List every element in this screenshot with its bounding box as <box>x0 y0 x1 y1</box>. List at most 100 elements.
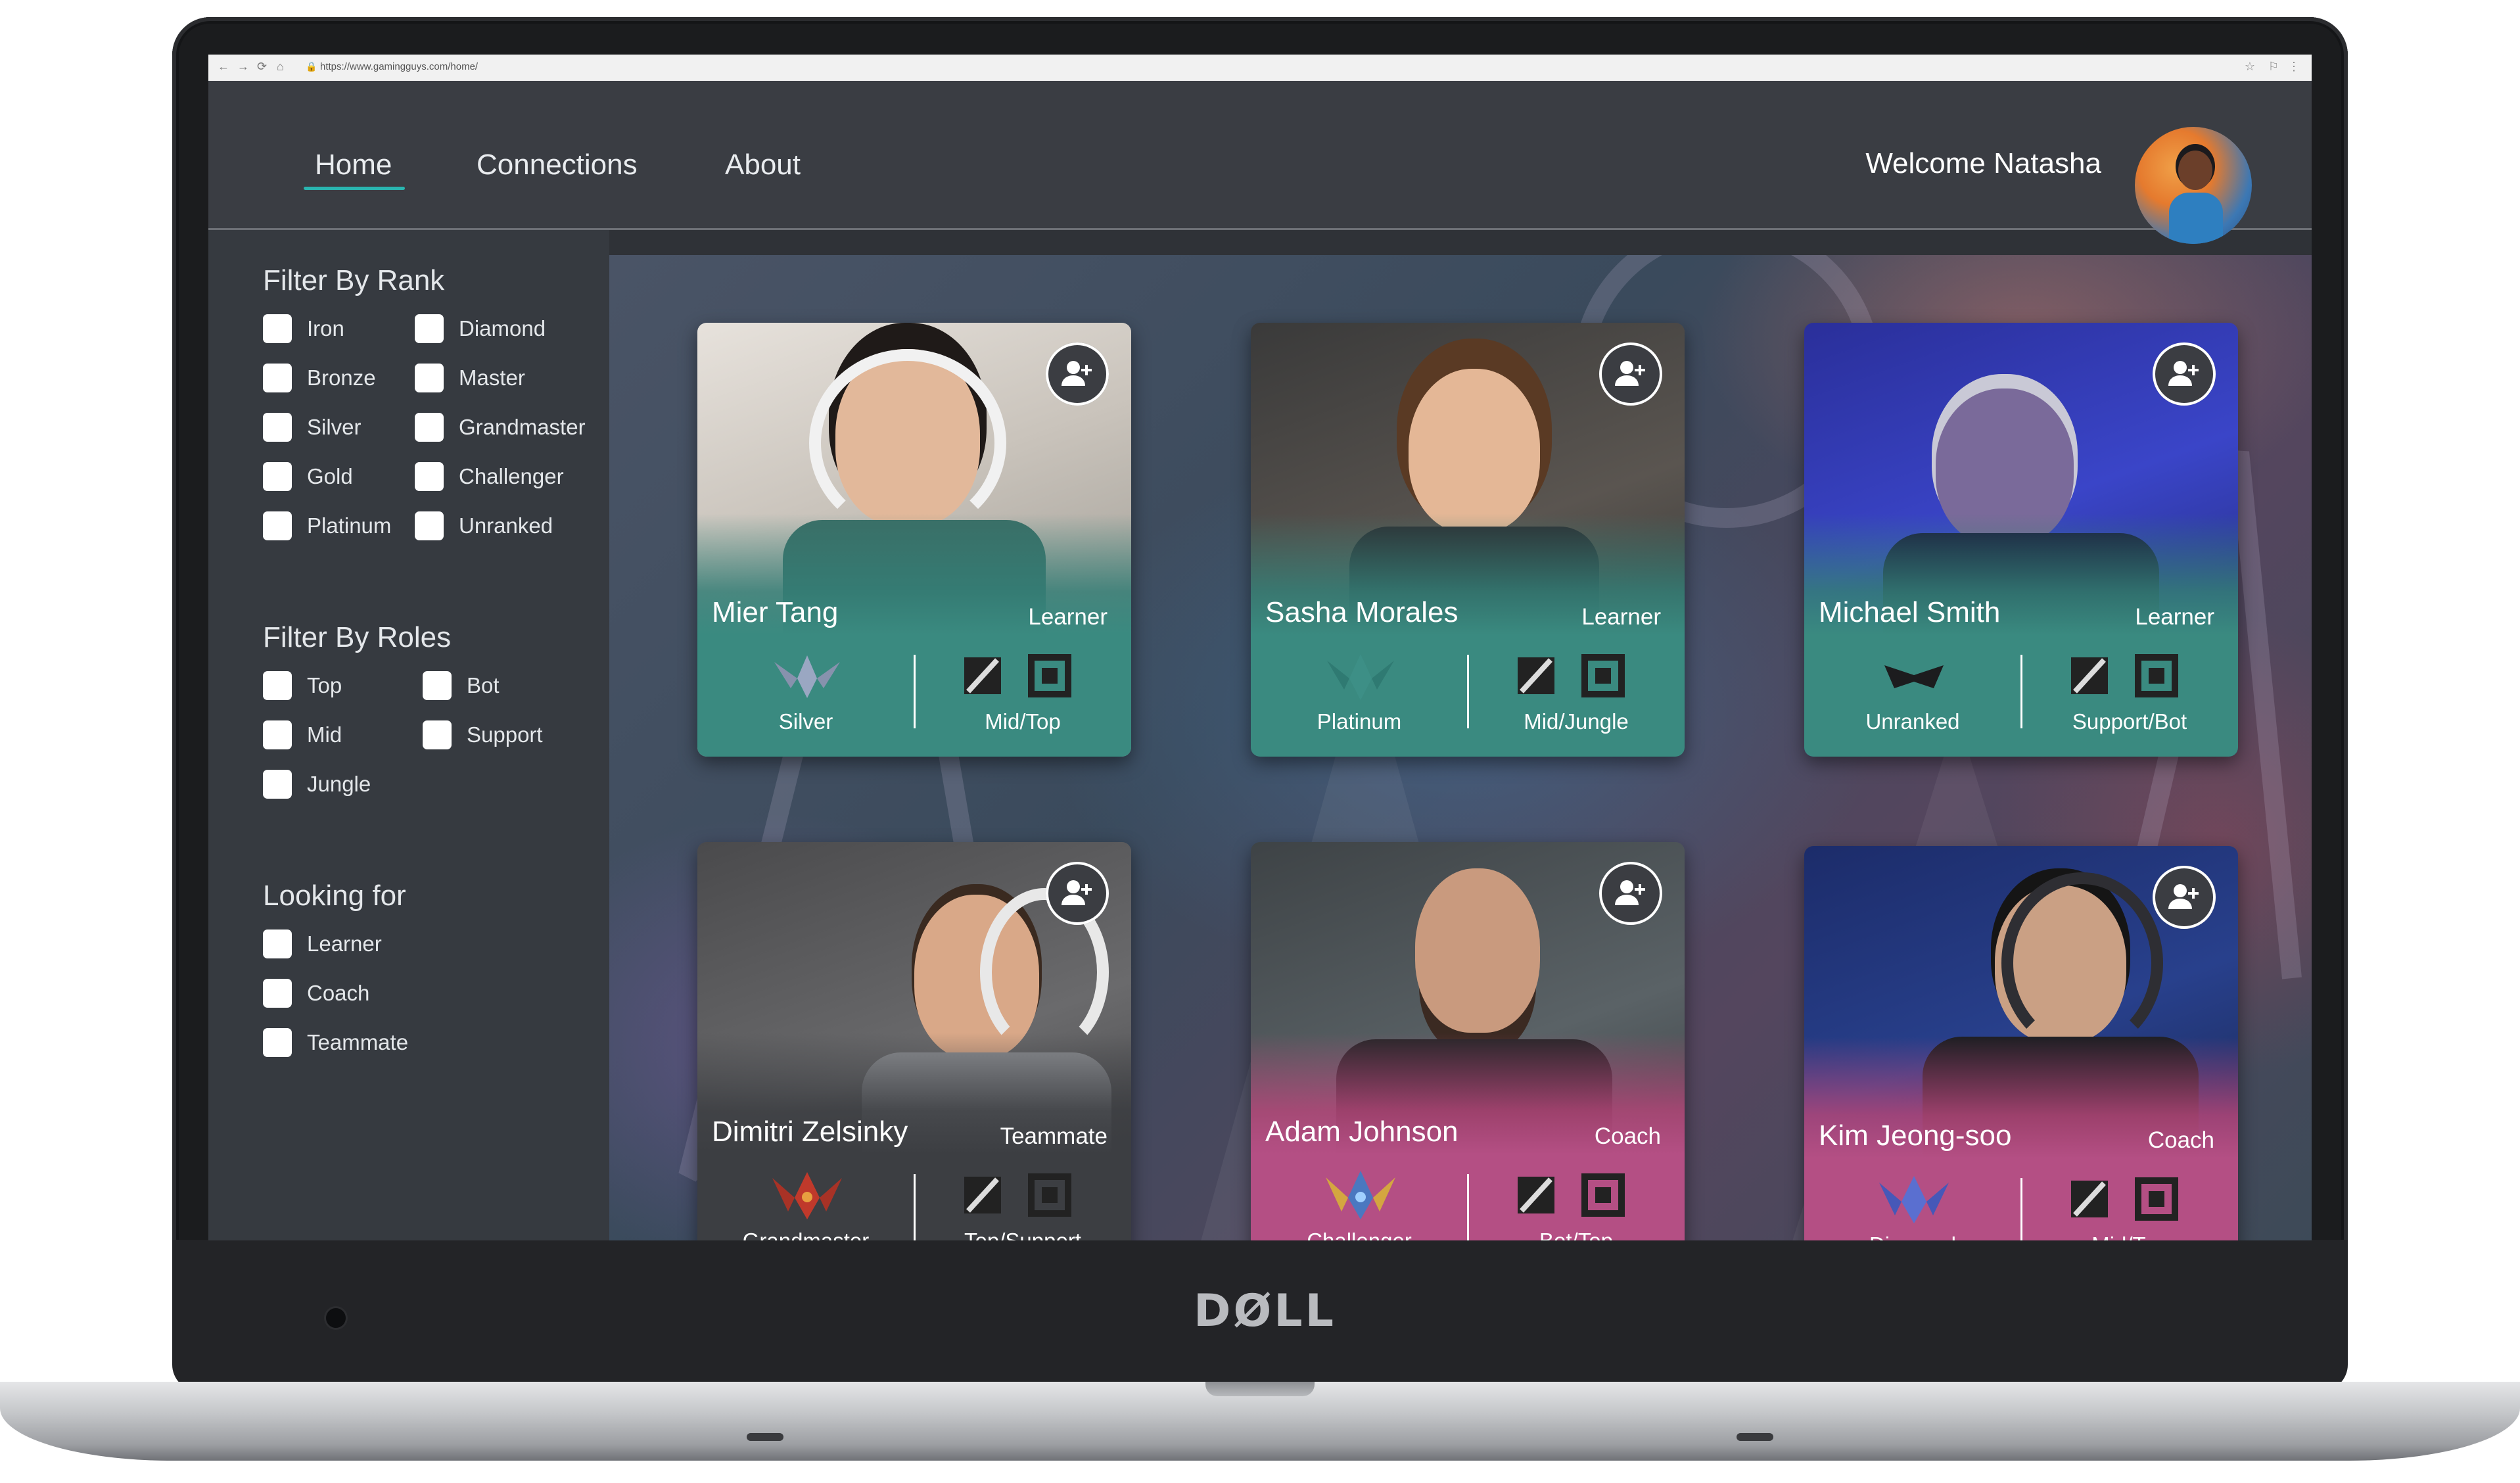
filter-rank-unranked[interactable]: Unranked <box>415 511 553 540</box>
laptop-screen: ← → ⟳ ⌂ 🔒 https://www.gamingguys.com/hom… <box>208 55 2312 1240</box>
role-icons <box>1518 654 1625 697</box>
card-divider <box>2020 1178 2022 1240</box>
avatar-person-silhouette <box>2169 151 2223 244</box>
checkbox-label: Grandmaster <box>459 415 586 439</box>
player-card[interactable]: Kim Jeong-soo Coach Diamond Mid/Top <box>1804 846 2238 1240</box>
filter-role-jungle[interactable]: Jungle <box>263 770 371 799</box>
filter-looking-teammate[interactable]: Teammate <box>263 1028 408 1057</box>
player-name: Adam Johnson <box>1265 1116 1458 1148</box>
player-rank: Platinum <box>1317 709 1402 734</box>
mid-lane-icon <box>2071 1181 2108 1217</box>
laptop-notch <box>1205 1382 1315 1396</box>
star-icon[interactable]: ☆ <box>2245 60 2255 74</box>
home-icon[interactable]: ⌂ <box>277 60 284 74</box>
checkbox[interactable] <box>263 511 292 540</box>
checkbox[interactable] <box>263 1028 292 1057</box>
nav-about-link[interactable]: About <box>725 149 801 181</box>
checkbox[interactable] <box>263 462 292 491</box>
filter-role-support[interactable]: Support <box>423 720 543 749</box>
checkbox[interactable] <box>415 511 444 540</box>
filter-rank-iron[interactable]: Iron <box>263 314 344 343</box>
jungle-icon <box>1581 654 1625 697</box>
add-friend-button[interactable] <box>1046 862 1109 925</box>
filter-rank-gold[interactable]: Gold <box>263 462 353 491</box>
player-looking-for: Learner <box>1581 604 1661 630</box>
checkbox-label: Silver <box>307 415 362 439</box>
checkbox[interactable] <box>415 364 444 392</box>
player-card[interactable]: Michael Smith Learner Unranked Support/B… <box>1804 323 2238 757</box>
checkbox[interactable] <box>263 979 292 1008</box>
role-icons <box>2071 654 2178 697</box>
address-bar[interactable]: https://www.gamingguys.com/home/ <box>320 61 478 72</box>
nav-connections-link[interactable]: Connections <box>477 149 638 181</box>
checkbox-label: Jungle <box>307 772 371 796</box>
player-name: Kim Jeong-soo <box>1819 1119 2012 1152</box>
unranked-rank-icon <box>1884 665 1944 688</box>
browser-menu-icon[interactable]: ⋮ <box>2288 60 2300 74</box>
filter-rank-platinum[interactable]: Platinum <box>263 511 391 540</box>
back-icon[interactable]: ← <box>218 60 229 74</box>
filter-looking-coach[interactable]: Coach <box>263 979 369 1008</box>
filter-rank-bronze[interactable]: Bronze <box>263 364 376 392</box>
add-friend-button[interactable] <box>2153 342 2216 406</box>
player-card[interactable]: Adam Johnson Coach Challenger Bot/Top <box>1251 842 1685 1240</box>
checkbox[interactable] <box>423 671 452 700</box>
checkbox[interactable] <box>263 930 292 958</box>
diamond-rank-icon <box>1879 1176 1949 1223</box>
nav-home-link[interactable]: Home <box>315 149 392 181</box>
checkbox[interactable] <box>415 462 444 491</box>
checkbox-label: Unranked <box>459 513 553 538</box>
bot-lane-icon <box>2135 654 2178 697</box>
checkbox[interactable] <box>263 314 292 343</box>
filter-rank-grandmaster[interactable]: Grandmaster <box>415 413 586 442</box>
player-card[interactable]: Mier Tang Learner Silver Mid/Top <box>697 323 1131 757</box>
player-roles: Top/Support <box>914 1229 1131 1240</box>
mid-lane-icon <box>964 657 1001 694</box>
laptop-brand-logo: DØLL <box>1194 1285 1336 1337</box>
checkbox-label: Gold <box>307 464 353 488</box>
checkbox-label: Challenger <box>459 464 564 488</box>
checkbox[interactable] <box>263 720 292 749</box>
player-name: Dimitri Zelsinky <box>712 1116 908 1148</box>
welcome-message: Welcome Natasha <box>1865 147 2101 179</box>
filter-rank-diamond[interactable]: Diamond <box>415 314 546 343</box>
player-card[interactable]: Sasha Morales Learner Platinum Mid/Jungl… <box>1251 323 1685 757</box>
filter-rank-silver[interactable]: Silver <box>263 413 362 442</box>
avatar-torso <box>2169 193 2223 244</box>
checkbox[interactable] <box>415 413 444 442</box>
checkbox[interactable] <box>415 314 444 343</box>
add-friend-button[interactable] <box>1046 342 1109 406</box>
platinum-rank-icon <box>1327 654 1394 700</box>
add-friend-button[interactable] <box>1599 342 1662 406</box>
add-friend-button[interactable] <box>1599 862 1662 925</box>
top-lane-icon <box>2135 1177 2178 1221</box>
laptop-foot <box>747 1433 783 1441</box>
filter-sidebar: Filter By Rank Iron Bronze Silver Gold P… <box>208 230 609 1240</box>
filter-rank-challenger[interactable]: Challenger <box>415 462 564 491</box>
player-name: Michael Smith <box>1819 596 2001 628</box>
top-navigation-bar: Home Connections About Welcome Natasha <box>208 81 2312 244</box>
player-looking-for: Learner <box>1028 604 1108 630</box>
avatar-head <box>2178 151 2212 190</box>
add-friend-button[interactable] <box>2153 866 2216 929</box>
filter-rank-master[interactable]: Master <box>415 364 525 392</box>
checkbox[interactable] <box>263 364 292 392</box>
filter-role-top[interactable]: Top <box>263 671 342 700</box>
player-card[interactable]: Dimitri Zelsinky Teammate Grandmaster To… <box>697 842 1131 1240</box>
forward-icon[interactable]: → <box>237 60 249 74</box>
top-lane-icon <box>1028 654 1071 697</box>
checkbox-label: Bot <box>467 673 500 697</box>
player-looking-for: Coach <box>1594 1123 1661 1149</box>
filter-looking-learner[interactable]: Learner <box>263 930 382 958</box>
reload-icon[interactable]: ⟳ <box>257 60 267 74</box>
filter-role-bot[interactable]: Bot <box>423 671 500 700</box>
extension-icon[interactable]: ⚐ <box>2268 60 2279 74</box>
user-avatar[interactable] <box>2135 127 2252 244</box>
player-roles: Support/Bot <box>2072 709 2187 734</box>
checkbox[interactable] <box>263 671 292 700</box>
checkbox[interactable] <box>423 720 452 749</box>
checkbox[interactable] <box>263 413 292 442</box>
checkbox[interactable] <box>263 770 292 799</box>
challenger-rank-icon <box>1326 1171 1395 1219</box>
filter-role-mid[interactable]: Mid <box>263 720 342 749</box>
